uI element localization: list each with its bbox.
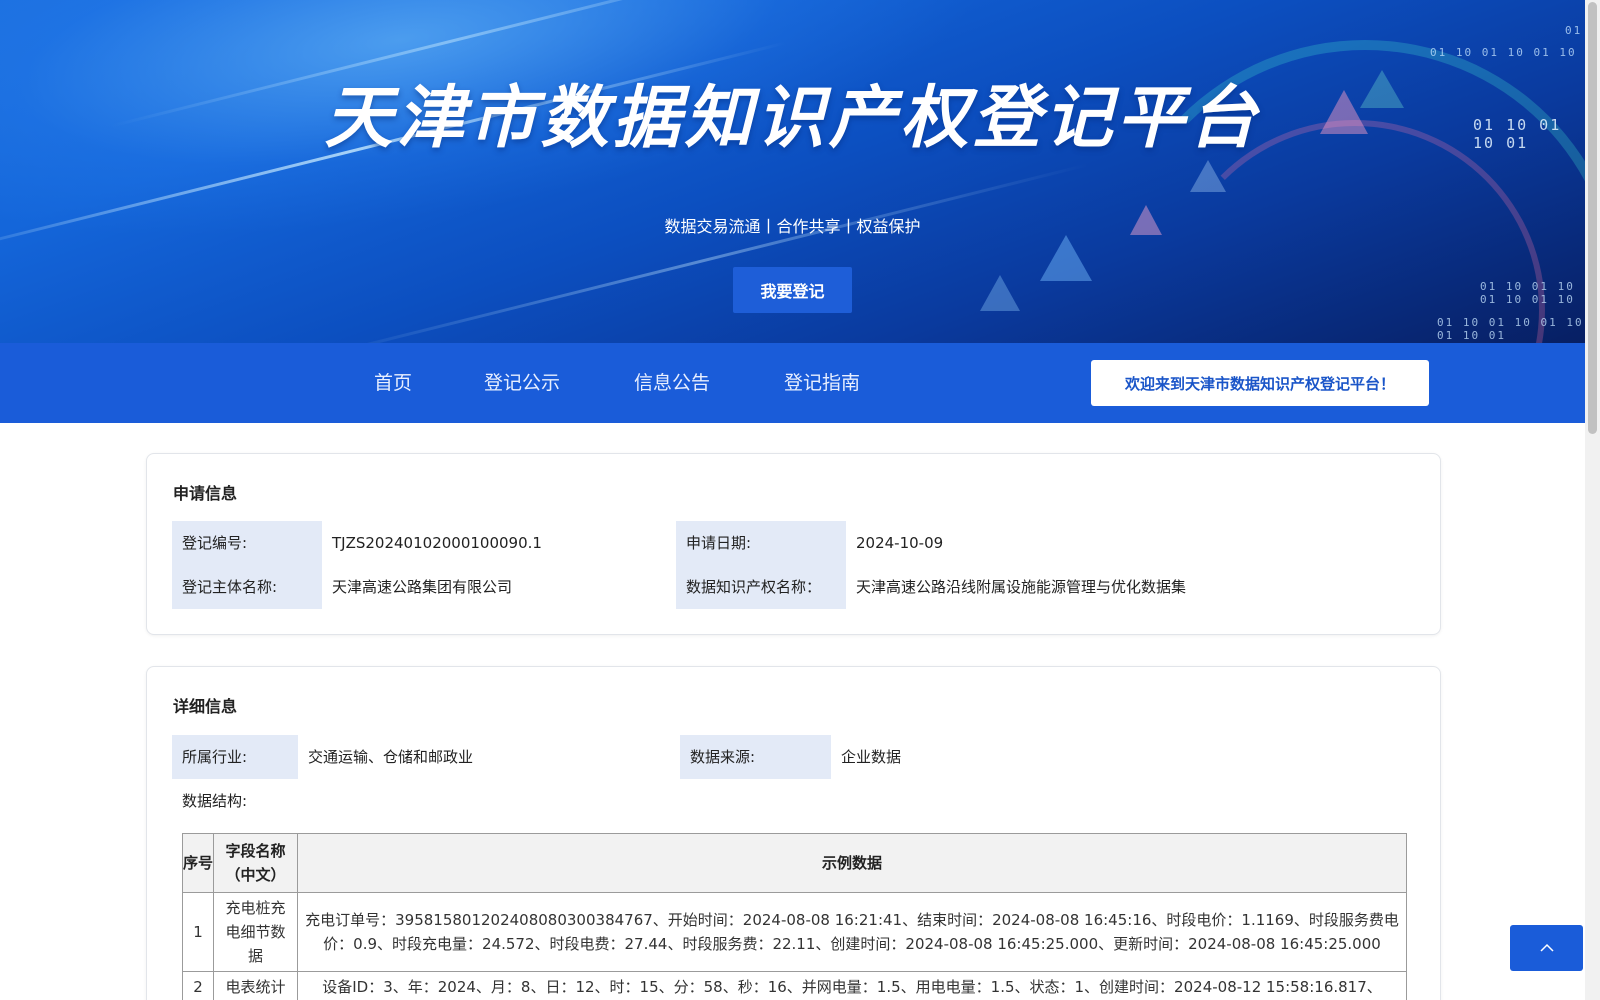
reg-no-value: TJZS20240102000100090.1 [332,534,542,552]
row-no: 2 [182,971,214,1000]
subject-label: 登记主体名称: [182,578,278,596]
source-value: 企业数据 [841,748,902,766]
nav-item-home[interactable]: 首页 [374,343,412,423]
table-header-no: 序号 [182,833,214,893]
ip-name-label: 数据知识产权名称： [686,578,822,596]
section-title-application: 申请信息 [173,484,238,503]
site-title: 天津市数据知识产权登记平台 [324,79,1261,158]
table-row: 2 电表统计 设备ID：3、年：2024、月：8、日：12、时：15、分：58、… [182,971,1407,1000]
back-to-top-button[interactable] [1510,925,1583,971]
source-label: 数据来源: [690,748,756,766]
row-sample: 充电订单号：395815801202408080300384767、开始时间：2… [297,892,1407,972]
binary-decoration: 01 10 01 10 01 10 01 10 01 [1437,316,1584,342]
detail-info-card: 详细信息 所属行业: 交通运输、仓储和邮政业 数据来源: 企业数据 数据结构: … [146,666,1441,1000]
nav-item-guide[interactable]: 登记指南 [784,343,860,423]
subject-value: 天津高速公路集团有限公司 [332,578,513,596]
data-structure-table: 序号 字段名称（中文） 示例数据 1 充电桩充电细节数据 充电订单号：39581… [182,833,1407,1000]
register-button[interactable]: 我要登记 [733,267,852,313]
welcome-banner: 欢迎来到天津市数据知识产权登记平台！ [1091,360,1429,406]
industry-label: 所属行业: [182,748,248,766]
site-slogan: 数据交易流通丨合作共享丨权益保护 [664,217,921,236]
nav-item-registration-notice[interactable]: 登记公示 [484,343,560,423]
ip-name-value: 天津高速公路沿线附属设施能源管理与优化数据集 [856,578,1187,596]
reg-no-label: 登记编号: [182,534,248,552]
row-field-name: 充电桩充电细节数据 [213,892,298,972]
binary-decoration: 01 10 01 10 01 10 01 10 [1480,280,1575,306]
structure-label: 数据结构: [182,792,248,810]
industry-value: 交通运输、仓储和邮政业 [308,748,474,766]
apply-date-label: 申请日期: [686,534,752,552]
application-info-card: 申请信息 登记编号: TJZS20240102000100090.1 申请日期:… [146,453,1441,635]
page-scrollbar[interactable] [1585,0,1600,1000]
table-row: 1 充电桩充电细节数据 充电订单号：3958158012024080803003… [182,892,1407,972]
binary-decoration: 01 [1565,24,1583,37]
row-no: 1 [182,892,214,972]
apply-date-value: 2024-10-09 [856,534,944,552]
binary-decoration: 01 10 01 10 01 10 [1430,46,1577,59]
row-sample: 设备ID：3、年：2024、月：8、日：12、时：15、分：58、秒：16、并网… [297,971,1407,1000]
scrollbar-thumb[interactable] [1588,2,1597,434]
table-header-sample: 示例数据 [297,833,1407,893]
chevron-up-icon [1539,943,1554,952]
table-header-field-name: 字段名称（中文） [213,833,298,893]
section-title-detail: 详细信息 [173,697,238,716]
row-field-name: 电表统计 [213,971,298,1000]
nav-item-announcements[interactable]: 信息公告 [634,343,710,423]
